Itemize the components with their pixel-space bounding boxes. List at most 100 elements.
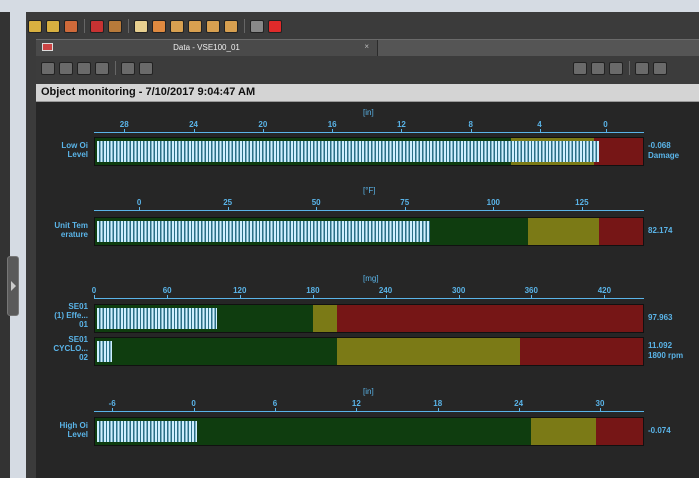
axis-tick-label: 240	[378, 286, 393, 295]
axis-tick-label: 28	[119, 120, 129, 129]
pause-icon[interactable]	[591, 61, 605, 75]
axis-tick-label: 4	[537, 120, 542, 129]
axis-tick-mark	[124, 129, 126, 133]
gauge-label: SE01 (1) Effe... 01	[54, 302, 88, 329]
axis-tick-mark	[437, 408, 439, 412]
play-icon[interactable]	[250, 19, 264, 33]
report-icon[interactable]	[206, 19, 220, 33]
toolbar-separator	[244, 19, 245, 33]
axis-tick-mark	[312, 295, 314, 299]
axis-tick-mark	[356, 408, 358, 412]
table-icon[interactable]	[77, 61, 91, 75]
left-pane	[0, 12, 10, 478]
gauge-unit-label: [in]	[363, 387, 374, 396]
gauge-zone-green	[95, 338, 338, 365]
gauge-value: 11.092 1800 rpm	[648, 341, 684, 360]
record-icon[interactable]	[573, 61, 587, 75]
stop-circle-icon[interactable]	[90, 19, 104, 33]
secondary-toolbar	[36, 56, 699, 80]
expand-panel-handle[interactable]	[7, 256, 19, 316]
toolbar-separator	[84, 19, 85, 33]
gauge-unit-label: [in]	[363, 108, 374, 117]
axis-tick-mark	[458, 295, 460, 299]
monitoring-header: Object monitoring - 7/10/2017 9:04:47 AM	[36, 84, 699, 102]
axis-tick-mark	[274, 408, 276, 412]
gauge-axis-line	[94, 298, 644, 299]
gauge-axis-line	[94, 132, 644, 133]
gauge-unit-label: [mg]	[363, 274, 379, 283]
axis-tick-label: 0	[91, 286, 97, 295]
axis-tick-mark	[531, 295, 533, 299]
gauge-zone-yellow	[527, 218, 600, 245]
layout-icon[interactable]	[41, 61, 55, 75]
record-icon[interactable]	[152, 19, 166, 33]
gauge-fill-indicator	[97, 341, 112, 362]
gauge-zone-yellow	[337, 338, 520, 365]
chart-settings-icon[interactable]	[59, 61, 73, 75]
gauge-zone-yellow	[530, 418, 597, 445]
gauge-zone-yellow	[313, 305, 338, 332]
axis-tick-label: 0	[191, 399, 196, 408]
gauge-label: SE01 CYCLO... 02	[53, 335, 88, 362]
toolbar-separator	[629, 61, 630, 75]
axis-tick-mark	[604, 295, 606, 299]
export-icon[interactable]	[170, 19, 184, 33]
gauge-value: -0.068 Damage	[648, 141, 680, 160]
axis-tick-label: 100	[486, 198, 500, 207]
import-icon[interactable]	[188, 19, 202, 33]
axis-tick-mark	[401, 129, 403, 133]
gauge-bar[interactable]	[94, 137, 644, 166]
gauge-bar[interactable]	[94, 304, 644, 333]
step-icon[interactable]	[635, 61, 649, 75]
axis-tick-label: 0	[603, 120, 608, 129]
gauge-bar[interactable]	[94, 417, 644, 446]
tab-close-icon[interactable]: ×	[364, 42, 369, 51]
add-device-icon[interactable]	[46, 19, 60, 33]
axis-tick-label: 180	[306, 286, 320, 295]
message-icon[interactable]	[134, 19, 148, 33]
gauge-label: High Oi Level	[59, 421, 88, 439]
toolbar-separator	[128, 19, 129, 33]
settings-icon[interactable]	[224, 19, 238, 33]
axis-tick-label: 300	[451, 286, 466, 295]
axis-tick-label: 125	[575, 198, 589, 207]
gauge-value: 97.963	[648, 313, 673, 322]
axis-tick-mark	[316, 207, 318, 211]
axis-tick-mark	[94, 295, 95, 299]
gauge-bar[interactable]	[94, 217, 644, 246]
refresh-icon[interactable]	[108, 19, 122, 33]
gauge-zone-red	[593, 138, 643, 165]
axis-tick-mark	[581, 207, 583, 211]
gauge-fill-indicator	[97, 221, 431, 242]
axis-tick-label: -6	[108, 399, 116, 408]
add-connection-icon[interactable]	[28, 19, 42, 33]
zoom-out-icon[interactable]	[139, 61, 153, 75]
axis-tick-label: 25	[223, 198, 233, 207]
axis-tick-mark	[193, 408, 195, 412]
axis-tick-label: 75	[400, 198, 410, 207]
axis-tick-label: 420	[597, 286, 612, 295]
axis-tick-mark	[605, 129, 607, 133]
gauge-fill-indicator	[97, 421, 197, 442]
copy-icon[interactable]	[64, 19, 78, 33]
axis-tick-mark	[167, 295, 169, 299]
axis-tick-label: 18	[433, 399, 443, 408]
gauge-axis-line	[94, 411, 644, 412]
gauge-label: Unit Tem erature	[54, 221, 88, 239]
stop-all-icon[interactable]	[653, 61, 667, 75]
gauge-bar[interactable]	[94, 337, 644, 366]
axis-tick-label: 24	[189, 120, 198, 129]
list-icon[interactable]	[95, 61, 109, 75]
axis-tick-label: 6	[272, 399, 278, 408]
tab-data-vse100[interactable]: Data - VSE100_01 ×	[36, 40, 378, 57]
axis-tick-label: 50	[311, 198, 321, 207]
axis-tick-label: 60	[162, 286, 172, 295]
zoom-in-icon[interactable]	[121, 61, 135, 75]
tab-bar: Data - VSE100_01 ×	[36, 39, 699, 57]
gauge-zone-red	[519, 338, 643, 365]
stop-record-icon[interactable]	[268, 19, 282, 33]
gauge-unit-label: [°F]	[363, 186, 376, 195]
axis-tick-label: 360	[524, 286, 538, 295]
axis-tick-mark	[227, 207, 229, 211]
stop-icon[interactable]	[609, 61, 623, 75]
